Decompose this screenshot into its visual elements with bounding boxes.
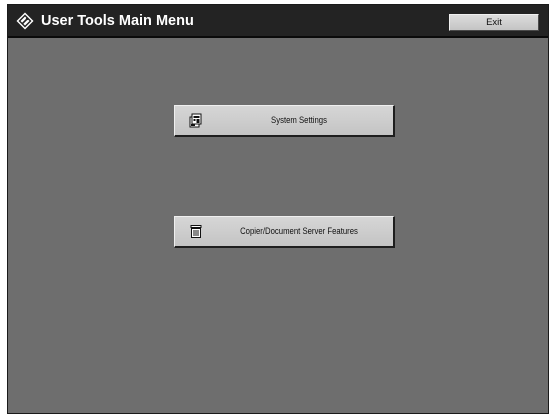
user-tools-screen: User Tools Main Menu Exit System Setting…	[7, 4, 549, 414]
user-tools-diamond-icon	[16, 12, 34, 30]
exit-button[interactable]: Exit	[449, 14, 539, 31]
page-title: User Tools Main Menu	[41, 13, 194, 29]
copier-document-server-features-label: Copier/Document Server Features	[240, 226, 358, 236]
copier-document-server-features-button[interactable]: Copier/Document Server Features	[174, 216, 395, 248]
system-settings-icon	[189, 113, 203, 128]
title-bar: User Tools Main Menu Exit	[8, 5, 548, 38]
copier-document-server-icon	[189, 224, 203, 239]
system-settings-label: System Settings	[271, 115, 327, 125]
system-settings-button[interactable]: System Settings	[174, 105, 395, 137]
